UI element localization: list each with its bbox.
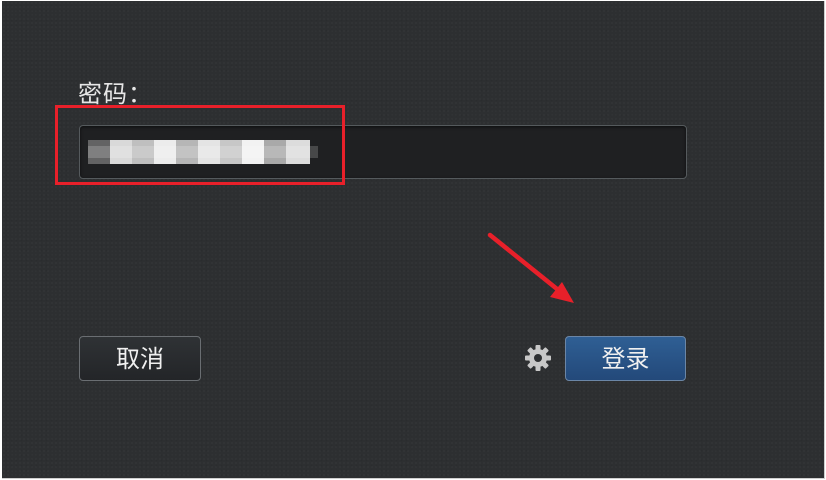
gear-icon[interactable] <box>523 343 553 373</box>
masked-password-value <box>88 140 320 164</box>
login-dialog: 密码： 取消 登录 <box>2 1 825 479</box>
password-label: 密码： <box>78 80 153 108</box>
password-field[interactable] <box>79 125 687 179</box>
login-button[interactable]: 登录 <box>565 336 686 381</box>
cancel-button[interactable]: 取消 <box>79 336 201 381</box>
